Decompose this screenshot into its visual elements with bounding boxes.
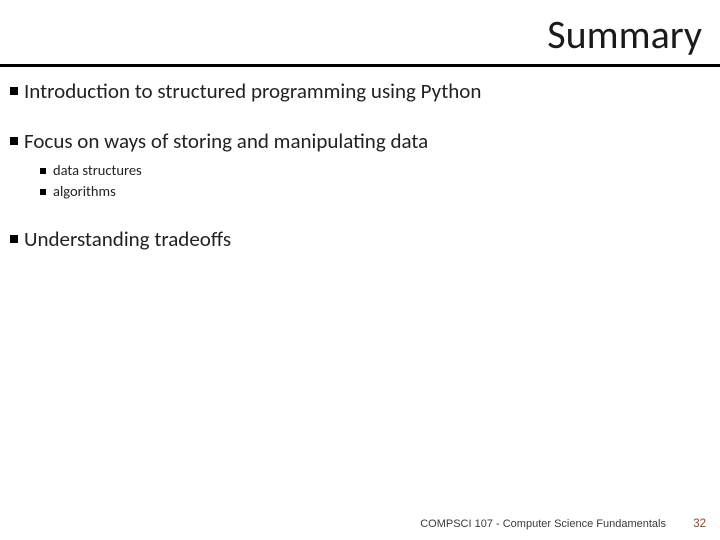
bullet-subitem: data structures: [40, 161, 700, 181]
bullet-text: Focus on ways of storing and manipulatin…: [24, 128, 428, 154]
bullet-text: Understanding tradeoffs: [24, 226, 231, 252]
bullet-square-icon: [40, 189, 46, 195]
bullet-subitem: algorithms: [40, 182, 700, 202]
slide-footer: COMPSCI 107 - Computer Science Fundament…: [0, 510, 720, 530]
bullet-text: algorithms: [53, 182, 116, 202]
page-number: 32: [693, 518, 706, 530]
bullet-square-icon: [10, 137, 18, 145]
title-underline: [0, 64, 720, 67]
bullet-square-icon: [10, 87, 18, 95]
bullet-item: Introduction to structured programming u…: [10, 78, 700, 104]
bullet-item: Understanding tradeoffs: [10, 226, 700, 252]
bullet-group: Focus on ways of storing and manipulatin…: [10, 128, 700, 201]
bullet-square-icon: [10, 235, 18, 243]
bullet-square-icon: [40, 168, 46, 174]
slide: Summary Introduction to structured progr…: [0, 0, 720, 540]
footer-course: COMPSCI 107 - Computer Science Fundament…: [420, 518, 666, 530]
bullet-item: Focus on ways of storing and manipulatin…: [10, 128, 700, 154]
slide-body: Introduction to structured programming u…: [10, 78, 700, 276]
bullet-text: data structures: [53, 161, 142, 181]
bullet-text: Introduction to structured programming u…: [24, 78, 481, 104]
slide-title: Summary: [547, 10, 702, 59]
